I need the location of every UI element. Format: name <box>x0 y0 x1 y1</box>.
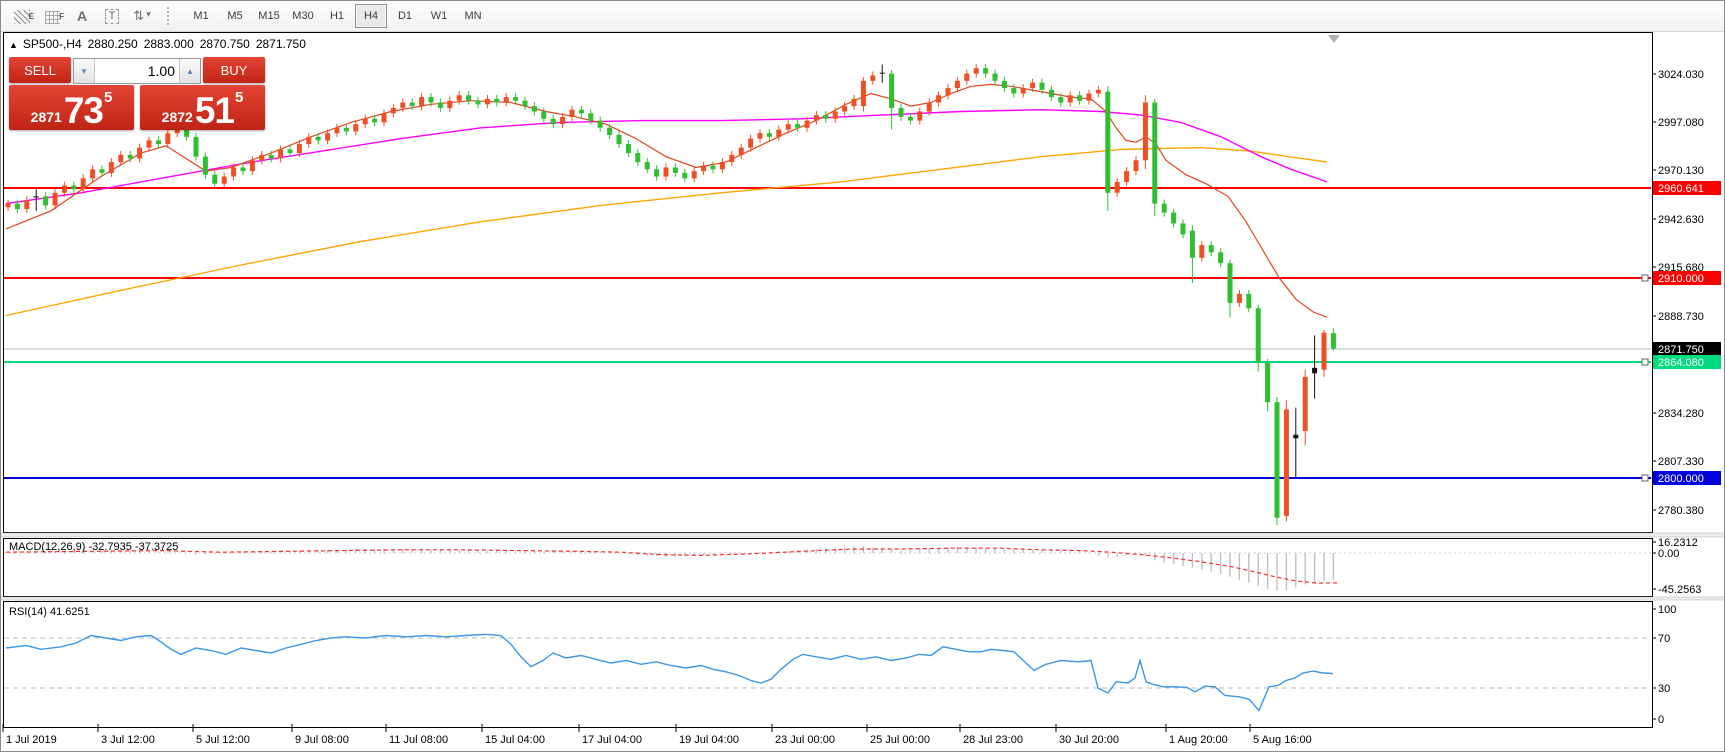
price-tick-label: 2834.280 <box>1658 408 1704 420</box>
time-tick-label: 9 Jul 08:00 <box>295 734 349 746</box>
text-label-icon[interactable]: A <box>68 5 96 27</box>
quote-high: 2883.000 <box>144 37 194 51</box>
object-sort-icon[interactable]: ⇅▾ <box>128 5 156 27</box>
bid-big-figure: 2871 <box>31 107 62 127</box>
sell-button[interactable]: SELL <box>9 57 71 83</box>
svg-text:2910.000: 2910.000 <box>1658 273 1704 285</box>
macd-label: MACD(12,26,9) -32.7935 -37.3725 <box>9 541 178 553</box>
svg-text:30: 30 <box>1658 683 1670 695</box>
time-tick-label: 5 Jul 12:00 <box>196 734 250 746</box>
one-click-trade-panel: SELL ▾ ▴ BUY 2871735 2872515 <box>9 57 265 130</box>
volume-decrease-icon[interactable]: ▾ <box>74 59 95 83</box>
time-tick-label: 28 Jul 23:00 <box>963 734 1023 746</box>
rsi-label: RSI(14) 41.6251 <box>9 606 90 618</box>
timeframe-group: M1M5M15M30H1H4D1W1MN <box>178 1 496 31</box>
timeframe-mn[interactable]: MN <box>457 4 489 28</box>
support-2800-handle[interactable] <box>1642 475 1648 481</box>
indicator-hatch-icon[interactable]: E <box>8 5 36 27</box>
bid-pip-fraction: 5 <box>104 81 112 115</box>
time-tick-label: 17 Jul 04:00 <box>582 734 642 746</box>
svg-text:2864.080: 2864.080 <box>1658 357 1704 369</box>
time-tick-label: 23 Jul 00:00 <box>775 734 835 746</box>
quote-line: ▲ SP500-,H4 2880.250 2883.000 2870.750 2871.7… <box>9 37 312 51</box>
svg-text:70: 70 <box>1658 633 1670 645</box>
resistance-2910-handle[interactable] <box>1642 275 1648 281</box>
price-axis[interactable]: 3024.0302997.0802970.1302942.6302915.680… <box>1652 69 1721 517</box>
price-tick-label: 2807.330 <box>1658 456 1704 468</box>
toolbar-drag-handle[interactable] <box>167 7 174 25</box>
ask-big-figure: 2872 <box>162 107 193 127</box>
quote-low: 2870.750 <box>200 37 250 51</box>
text-box-icon[interactable]: T <box>98 5 126 27</box>
pane-frames <box>1 33 1725 728</box>
volume-increase-icon[interactable]: ▴ <box>179 59 200 83</box>
timeframe-d1[interactable]: D1 <box>389 4 421 28</box>
svg-text:100: 100 <box>1658 604 1676 616</box>
grid-glyph <box>45 11 60 24</box>
support-2864-handle[interactable] <box>1642 359 1648 365</box>
time-tick-label: 5 Aug 16:00 <box>1253 734 1312 746</box>
hatch-glyph <box>14 10 30 24</box>
time-tick-label: 19 Jul 04:00 <box>679 734 739 746</box>
timeframe-h1[interactable]: H1 <box>321 4 353 28</box>
timeframe-h4[interactable]: H4 <box>355 4 387 28</box>
timeframe-m30[interactable]: M30 <box>287 4 319 28</box>
symbol-period: SP500-,H4 <box>23 37 82 51</box>
timeframe-m15[interactable]: M15 <box>253 4 285 28</box>
time-tick-label: 1 Jul 2019 <box>6 734 57 746</box>
time-tick-label: 3 Jul 12:00 <box>101 734 155 746</box>
ask-pip-fraction: 5 <box>235 81 243 115</box>
toolbar: EFAT⇅▾ M1M5M15M30H1H4D1W1MN <box>1 1 1724 32</box>
time-tick-label: 11 Jul 08:00 <box>389 734 448 746</box>
svg-text:-45.2563: -45.2563 <box>1658 584 1701 596</box>
quote-open: 2880.250 <box>88 37 138 51</box>
price-tick-label: 2997.080 <box>1658 117 1704 129</box>
bid-points: 73 <box>64 94 103 127</box>
bid-price-block[interactable]: 2871735 <box>9 85 134 130</box>
price-tick-label: 3024.030 <box>1658 69 1704 81</box>
price-tick-label: 2780.380 <box>1658 505 1704 517</box>
volume-input[interactable] <box>95 59 179 83</box>
time-tick-label: 15 Jul 04:00 <box>485 734 545 746</box>
volume-stepper: ▾ ▴ <box>73 58 201 84</box>
time-tick-label: 25 Jul 00:00 <box>870 734 930 746</box>
time-tick-label: 1 Aug 20:00 <box>1169 734 1228 746</box>
price-tick-label: 2970.130 <box>1658 165 1704 177</box>
buy-button[interactable]: BUY <box>203 57 265 83</box>
quote-close: 2871.750 <box>256 37 306 51</box>
trading-terminal-window: EFAT⇅▾ M1M5M15M30H1H4D1W1MN 3024.030 2997… <box>0 0 1725 752</box>
svg-text:2800.000: 2800.000 <box>1658 473 1704 485</box>
svg-text:2960.641: 2960.641 <box>1658 183 1704 195</box>
svg-text:2871.750: 2871.750 <box>1658 344 1704 356</box>
svg-text:0.00: 0.00 <box>1658 548 1679 560</box>
price-tick-label: 2942.630 <box>1658 214 1704 226</box>
timeframe-m5[interactable]: M5 <box>219 4 251 28</box>
time-tick-label: 30 Jul 20:00 <box>1059 734 1119 746</box>
timeframe-m1[interactable]: M1 <box>185 4 217 28</box>
timeframe-w1[interactable]: W1 <box>423 4 455 28</box>
toolbar-icon-group: EFAT⇅▾ <box>1 1 163 31</box>
data-grid-icon[interactable]: F <box>38 5 66 27</box>
price-tick-label: 2888.730 <box>1658 311 1704 323</box>
ask-points: 51 <box>195 94 234 127</box>
ask-price-block[interactable]: 2872515 <box>140 85 265 130</box>
svg-text:0: 0 <box>1658 714 1664 726</box>
direction-up-icon: ▲ <box>9 40 18 50</box>
